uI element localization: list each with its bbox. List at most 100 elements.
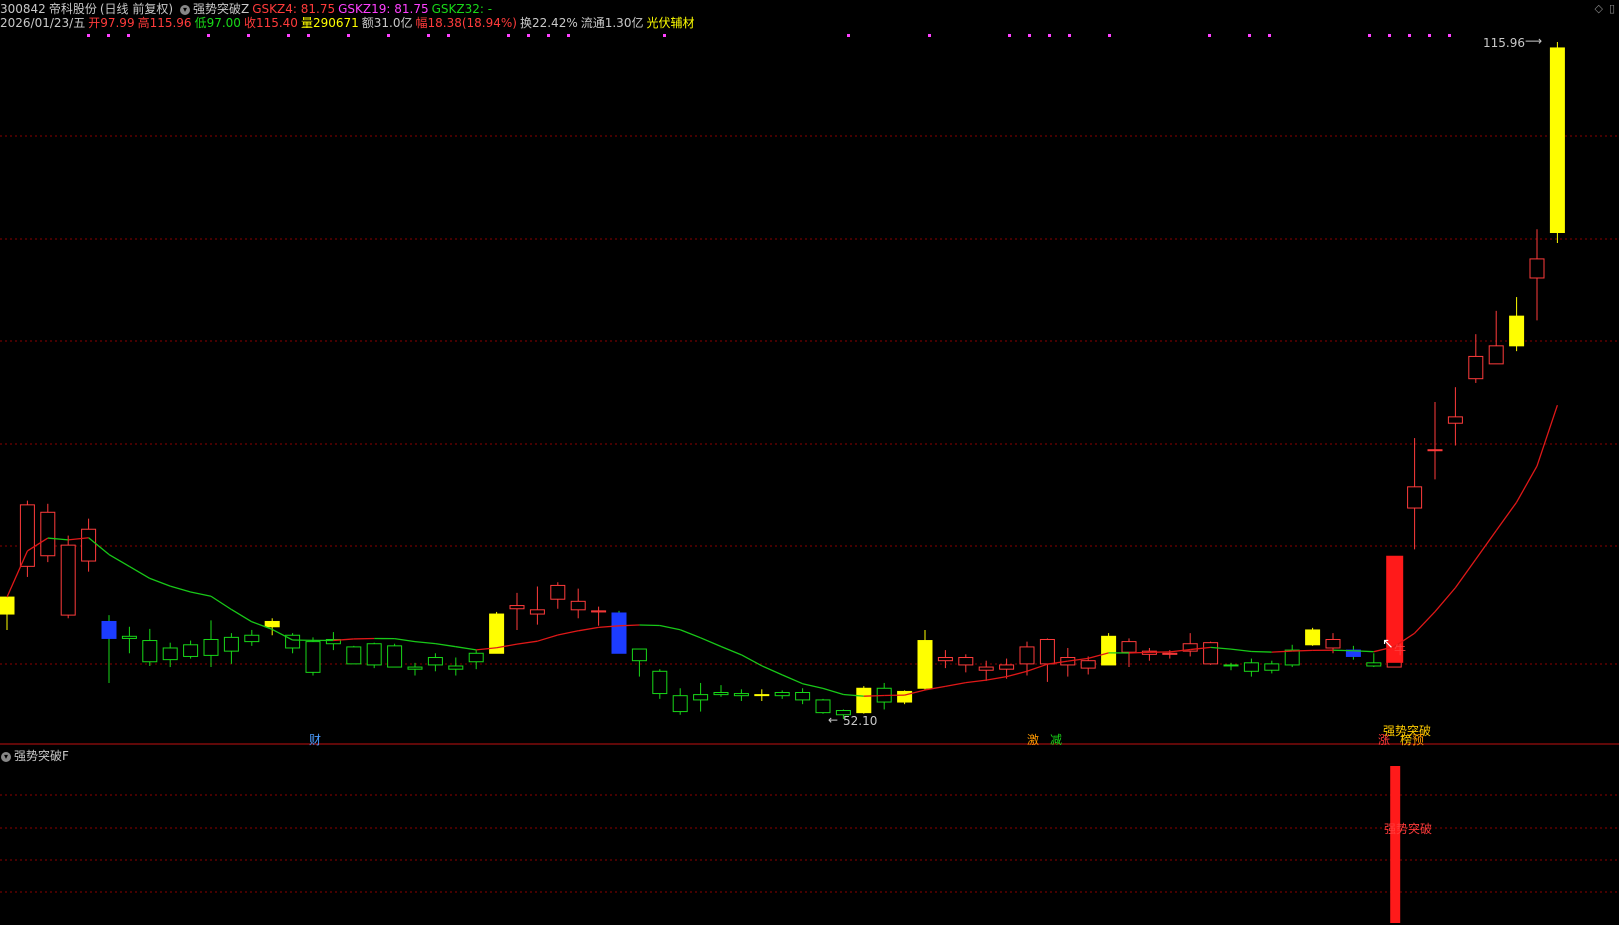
candle-body	[672, 695, 688, 713]
low-price-label: 52.10	[843, 714, 878, 728]
ma-segment	[190, 591, 212, 597]
marker-bang[interactable]: 榜	[1400, 731, 1412, 748]
sub-indicator-bars	[1390, 766, 1401, 923]
candle	[815, 698, 831, 714]
signal-dot	[1368, 34, 1371, 37]
candle-body	[366, 643, 382, 666]
candle-body	[223, 636, 239, 652]
candle-body	[1264, 663, 1280, 671]
marker-yu[interactable]: 预	[1412, 731, 1424, 748]
candle	[591, 606, 607, 626]
sub-panel-header: ▾ 强势突破F	[0, 747, 69, 764]
candle-body	[1325, 638, 1341, 649]
candle	[1305, 627, 1321, 646]
candle-body	[1366, 662, 1382, 667]
candle-body	[1203, 642, 1219, 665]
candle	[60, 535, 76, 619]
ma-segment	[231, 608, 253, 623]
candle	[223, 633, 239, 664]
candle-body	[917, 640, 933, 689]
candle	[121, 626, 137, 654]
ma-segment	[516, 640, 538, 645]
candle-body	[1080, 660, 1096, 669]
candle	[427, 653, 443, 672]
candle-body	[264, 620, 280, 628]
ma-segment	[1475, 530, 1497, 560]
candle	[162, 642, 178, 668]
candle-body	[387, 645, 403, 668]
candle-body	[468, 652, 484, 663]
candle	[1345, 645, 1361, 660]
candle	[346, 645, 362, 665]
cursor-icon: ↖	[1382, 636, 1394, 652]
signal-dot	[847, 34, 850, 37]
candle-body	[1488, 345, 1504, 365]
candle	[570, 588, 586, 619]
candle	[856, 686, 872, 714]
candle-body	[0, 596, 15, 615]
candle	[937, 650, 953, 669]
ma-segment	[455, 646, 477, 651]
candle-body	[1284, 649, 1300, 666]
candle	[1243, 658, 1259, 677]
candle-body	[244, 634, 260, 643]
ma-segment	[1536, 404, 1559, 467]
candle	[958, 654, 974, 673]
ma-segment	[435, 642, 456, 648]
candle	[366, 642, 382, 669]
ma-segment	[639, 624, 660, 627]
candle-body	[652, 670, 668, 695]
ma-segment	[986, 675, 1007, 681]
candle-body	[999, 664, 1015, 670]
signal-dot	[1208, 34, 1211, 37]
candle-body	[305, 641, 321, 673]
signal-dot	[1008, 34, 1011, 37]
ma-segment	[414, 640, 436, 645]
candles	[0, 42, 1565, 719]
candle-body	[1243, 662, 1259, 672]
candle-body	[774, 691, 790, 697]
signal-dot	[1068, 34, 1071, 37]
candle-body	[611, 612, 627, 654]
marker-jian[interactable]: 减	[1050, 731, 1062, 748]
candle-body	[1101, 635, 1117, 666]
ma-segment	[1292, 649, 1313, 652]
candle	[652, 669, 668, 699]
candle-body	[958, 657, 974, 666]
ma-segment	[578, 626, 599, 632]
candle-body	[795, 691, 811, 701]
ma-segment	[394, 637, 416, 643]
candle	[101, 615, 117, 683]
candle	[387, 643, 403, 668]
marker-ji[interactable]: 激	[1027, 731, 1039, 748]
candle-body	[1223, 664, 1239, 667]
candle	[264, 618, 280, 636]
candle-body	[1162, 652, 1178, 655]
candle	[550, 582, 566, 609]
candle	[611, 610, 627, 654]
signal-dot	[387, 34, 390, 37]
candle-body	[1039, 638, 1055, 665]
candle	[1203, 641, 1219, 665]
candle	[693, 682, 709, 712]
marker-cai[interactable]: 财	[309, 731, 321, 748]
ma-segment	[108, 553, 130, 568]
marker-zhang[interactable]: 涨	[1378, 731, 1390, 748]
candle	[795, 688, 811, 705]
candle-body	[1447, 416, 1463, 424]
candle-body	[1019, 646, 1035, 665]
chevron-down-icon[interactable]: ▾	[1, 751, 11, 762]
candle	[1039, 638, 1055, 682]
candlestick-chart[interactable]	[0, 0, 1619, 925]
candle	[19, 500, 35, 577]
candle-body	[1121, 641, 1137, 653]
ma-segment	[720, 645, 742, 656]
sub-indicator-name[interactable]: 强势突破F	[14, 749, 69, 763]
ma-segment	[781, 674, 803, 685]
candle	[1264, 660, 1280, 674]
candle-body	[856, 687, 872, 714]
candle-body	[937, 657, 953, 662]
candle	[244, 629, 260, 646]
signal-dot	[347, 34, 350, 37]
candle	[325, 632, 341, 651]
